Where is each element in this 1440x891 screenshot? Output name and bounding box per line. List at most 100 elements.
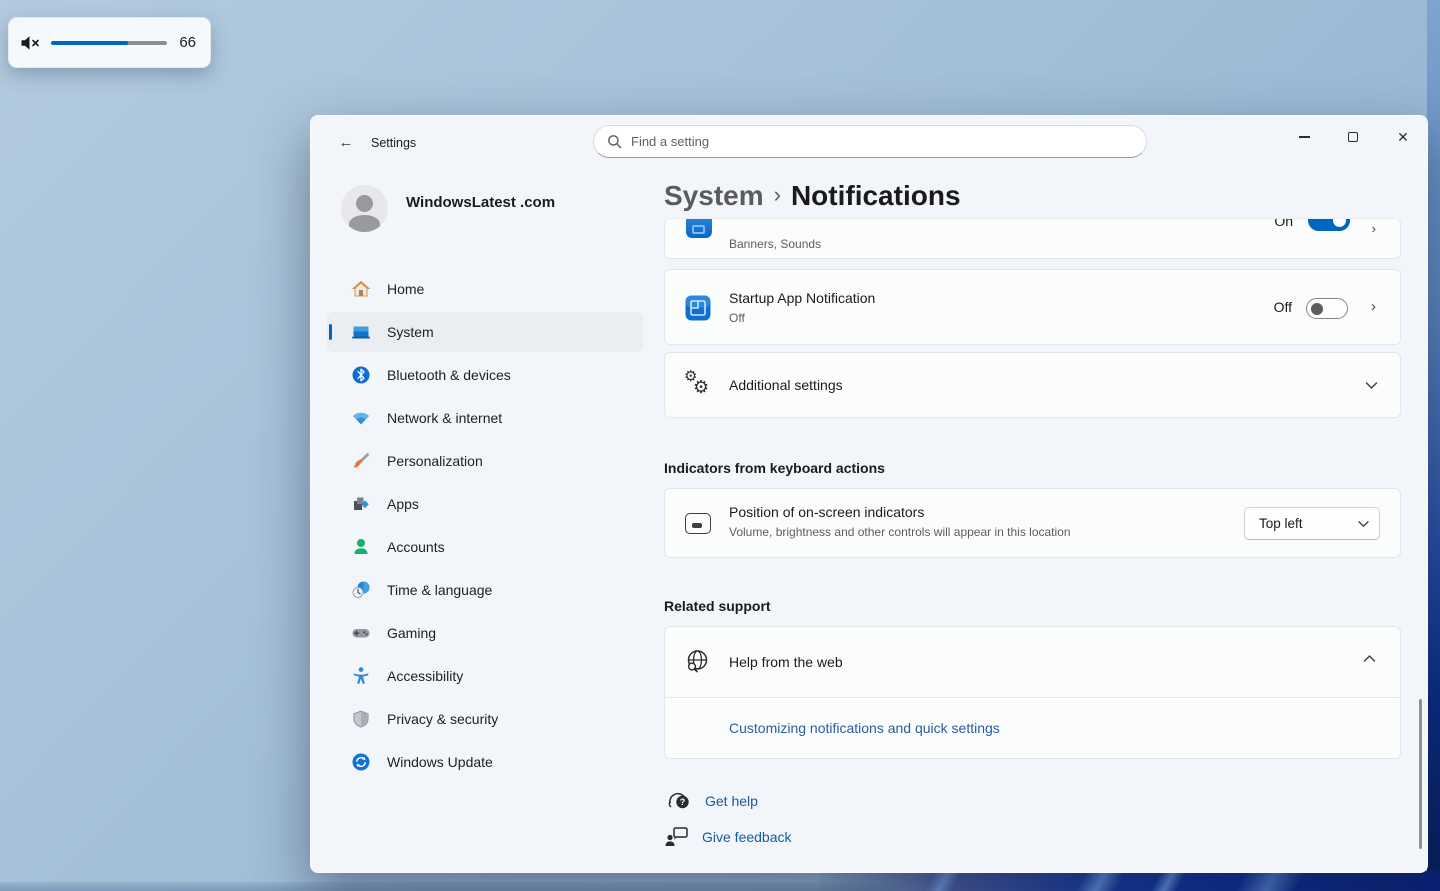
system-icon <box>351 322 371 342</box>
user-name[interactable]: WindowsLatest .com <box>406 194 555 211</box>
sidebar-nav: Home System Bluetooth & devices Network … <box>327 269 643 785</box>
close-button[interactable]: ✕ <box>1381 122 1425 152</box>
give-feedback-icon <box>664 826 690 848</box>
window-title: Settings <box>371 136 416 150</box>
wallpaper-right-edge <box>1427 0 1440 891</box>
notifications-toggle[interactable] <box>1308 218 1350 231</box>
help-link-customizing-notifications[interactable]: Customizing notifications and quick sett… <box>729 720 1000 736</box>
search-input[interactable] <box>631 134 1101 149</box>
sidebar-item-apps[interactable]: Apps <box>327 484 643 524</box>
additional-settings-title: Additional settings <box>729 377 843 393</box>
search-box[interactable] <box>593 125 1147 158</box>
sidebar-item-label: Home <box>387 281 424 297</box>
sidebar-item-label: Gaming <box>387 625 436 641</box>
help-from-web-title: Help from the web <box>729 654 843 670</box>
sidebar-item-label: Time & language <box>387 582 492 598</box>
breadcrumb: System›Notifications <box>664 180 961 212</box>
notifications-subtitle: Banners, Sounds <box>729 237 821 251</box>
get-help-link[interactable]: ? Get help <box>667 790 758 812</box>
startup-subtitle: Off <box>729 311 745 325</box>
sidebar-item-accessibility[interactable]: Accessibility <box>327 656 643 696</box>
accounts-icon <box>351 537 371 557</box>
maximize-button[interactable] <box>1331 122 1375 152</box>
startup-title: Startup App Notification <box>729 290 875 306</box>
scrollbar-thumb[interactable] <box>1419 699 1422 849</box>
sidebar-item-label: Accessibility <box>387 668 463 684</box>
search-icon <box>607 134 622 149</box>
additional-settings-row[interactable]: ⚙⚙ Additional settings <box>664 352 1401 418</box>
volume-osd: 66 <box>8 17 211 68</box>
sidebar-item-network-internet[interactable]: Network & internet <box>327 398 643 438</box>
accessibility-icon <box>351 666 371 686</box>
startup-toggle[interactable] <box>1306 298 1348 319</box>
help-link-row: Customizing notifications and quick sett… <box>665 698 1400 759</box>
position-dropdown-value: Top left <box>1259 516 1303 531</box>
minimize-button[interactable] <box>1282 122 1326 152</box>
sidebar-item-time-language[interactable]: Time & language <box>327 570 643 610</box>
startup-app-icon <box>685 295 711 321</box>
chevron-right-icon: › <box>1372 221 1376 236</box>
notifications-toggle-label: On <box>1274 218 1293 229</box>
wallpaper-bottom-band <box>820 871 1440 891</box>
network-icon <box>351 408 371 428</box>
sidebar-item-personalization[interactable]: Personalization <box>327 441 643 481</box>
back-button[interactable]: ← <box>331 132 361 154</box>
help-from-web-row[interactable]: Help from the web <box>665 627 1400 697</box>
gaming-icon <box>351 623 371 643</box>
sidebar-item-gaming[interactable]: Gaming <box>327 613 643 653</box>
give-feedback-label: Give feedback <box>702 829 792 845</box>
sidebar-item-label: Windows Update <box>387 754 493 770</box>
position-subtitle: Volume, brightness and other controls wi… <box>729 525 1071 539</box>
section-header-indicators: Indicators from keyboard actions <box>664 460 885 476</box>
settings-window: ← Settings ✕ WindowsLatest .com Home <box>310 115 1428 873</box>
sidebar-item-label: Bluetooth & devices <box>387 367 511 383</box>
on-screen-indicator-icon <box>685 513 711 534</box>
sidebar-item-bluetooth-devices[interactable]: Bluetooth & devices <box>327 355 643 395</box>
position-indicators-row: Position of on-screen indicators Volume,… <box>664 488 1401 558</box>
position-title: Position of on-screen indicators <box>729 504 924 520</box>
globe-search-icon <box>684 648 711 675</box>
avatar[interactable] <box>341 185 388 232</box>
time-language-icon <box>351 580 371 600</box>
home-icon <box>351 279 371 299</box>
personalization-icon <box>351 451 371 471</box>
sidebar-item-privacy-security[interactable]: Privacy & security <box>327 699 643 739</box>
wallpaper-bottom-shade <box>0 882 900 891</box>
notifications-bell-icon <box>686 218 712 238</box>
volume-muted-icon[interactable] <box>20 33 42 53</box>
sidebar-item-label: Personalization <box>387 453 483 469</box>
volume-value: 66 <box>179 34 196 51</box>
sidebar-item-windows-update[interactable]: Windows Update <box>327 742 643 782</box>
sidebar-item-accounts[interactable]: Accounts <box>327 527 643 567</box>
sidebar-item-label: Apps <box>387 496 419 512</box>
volume-slider[interactable] <box>51 41 167 45</box>
privacy-shield-icon <box>351 709 371 729</box>
startup-app-notification-row[interactable]: Startup App Notification Off Off › <box>664 269 1401 345</box>
startup-toggle-label: Off <box>1274 299 1292 315</box>
breadcrumb-separator: › <box>764 182 791 207</box>
apps-icon <box>351 494 371 514</box>
windows-update-icon <box>351 752 371 772</box>
get-help-label: Get help <box>705 793 758 809</box>
sidebar-item-label: Privacy & security <box>387 711 498 727</box>
help-from-web-card: Help from the web Customizing notificati… <box>664 626 1401 759</box>
position-dropdown[interactable]: Top left <box>1244 507 1380 540</box>
chevron-down-icon <box>1365 381 1378 390</box>
notifications-master-row[interactable]: Banners, Sounds On › <box>664 218 1401 259</box>
give-feedback-link[interactable]: Give feedback <box>664 826 792 848</box>
sidebar-item-label: System <box>387 324 434 340</box>
chevron-right-icon: › <box>1371 298 1376 315</box>
svg-text:?: ? <box>680 797 686 807</box>
breadcrumb-system[interactable]: System <box>664 180 764 211</box>
get-help-icon: ? <box>667 790 693 812</box>
chevron-down-icon <box>1358 520 1369 528</box>
chevron-up-icon <box>1363 654 1376 663</box>
sidebar-item-label: Accounts <box>387 539 445 555</box>
section-header-related-support: Related support <box>664 598 771 614</box>
sidebar-item-system[interactable]: System <box>327 312 643 352</box>
gears-icon: ⚙⚙ <box>684 369 714 403</box>
page-title: Notifications <box>791 180 961 211</box>
sidebar-item-home[interactable]: Home <box>327 269 643 309</box>
volume-slider-fill <box>51 41 128 45</box>
sidebar-item-label: Network & internet <box>387 410 502 426</box>
